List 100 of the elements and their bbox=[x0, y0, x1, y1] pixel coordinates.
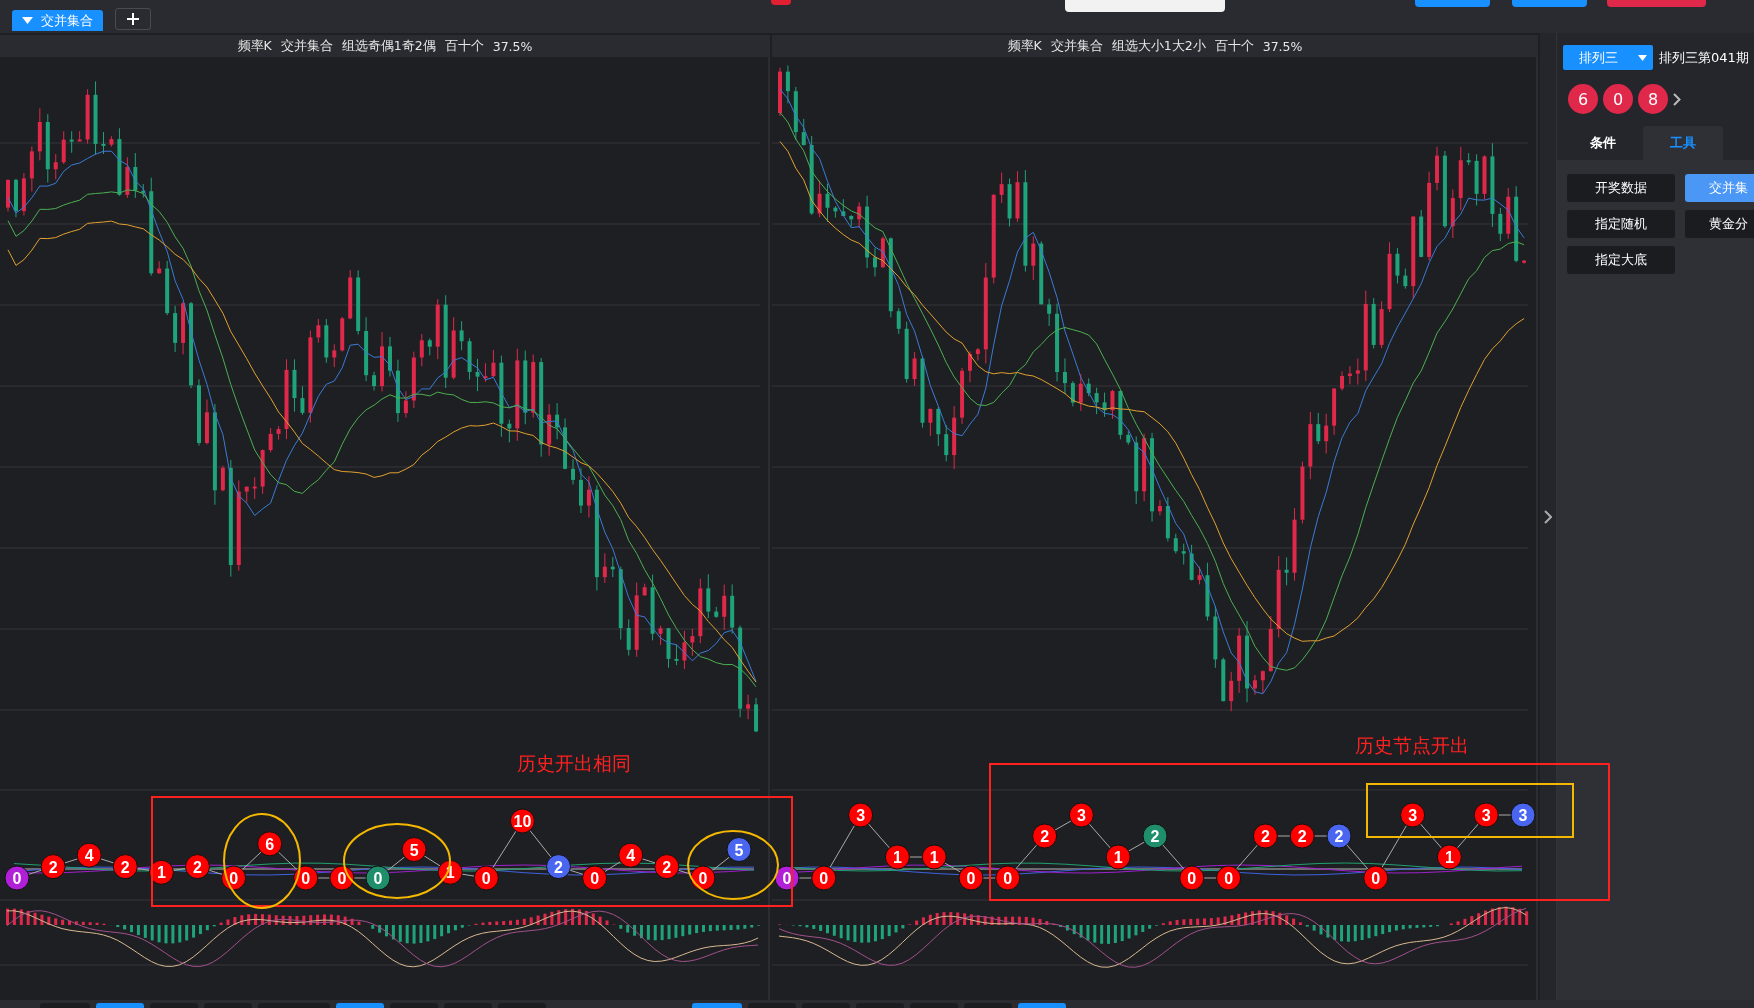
result-ball: 8 bbox=[1638, 84, 1668, 114]
connector-line bbox=[1054, 820, 1072, 831]
number-node: 0 bbox=[1179, 865, 1205, 891]
connector-line bbox=[277, 851, 298, 871]
number-node: 0 bbox=[221, 865, 247, 891]
header-text: 37.5% bbox=[1262, 38, 1303, 54]
number-node: 4 bbox=[76, 842, 102, 868]
connector-line bbox=[1420, 823, 1442, 849]
chevron-right-icon[interactable] bbox=[1673, 92, 1681, 106]
number-node: 1 bbox=[921, 844, 947, 870]
tool-button[interactable]: 开奖数据 bbox=[1567, 174, 1675, 202]
number-node: 5 bbox=[726, 837, 752, 862]
number-node: 0 bbox=[690, 865, 716, 891]
connector-line bbox=[868, 823, 890, 849]
connector-line bbox=[1088, 823, 1111, 849]
number-node: 0 bbox=[958, 865, 984, 891]
number-node: 4 bbox=[618, 842, 644, 868]
connector-line bbox=[317, 877, 331, 879]
number-node: 5 bbox=[401, 837, 427, 862]
number-node: 3 bbox=[1473, 802, 1499, 828]
toolbar-button[interactable] bbox=[1512, 0, 1587, 7]
number-node: 0 bbox=[329, 865, 355, 891]
number-node: 1 bbox=[1105, 844, 1131, 870]
number-node: 2 bbox=[112, 854, 138, 880]
add-tab-button[interactable] bbox=[115, 8, 151, 30]
issue-label: 排列三第041期 bbox=[1659, 48, 1749, 67]
number-node: 1 bbox=[1436, 844, 1462, 870]
connector-line bbox=[1497, 814, 1512, 816]
plus-icon bbox=[127, 13, 139, 25]
number-node: 2 bbox=[185, 854, 210, 880]
toolbar-button[interactable] bbox=[1415, 0, 1490, 7]
toolbar-button[interactable] bbox=[1607, 0, 1706, 7]
sidebar-tab[interactable]: 条件 bbox=[1563, 126, 1643, 160]
header-text: 百十个 bbox=[444, 37, 484, 55]
connector-line bbox=[641, 858, 656, 864]
connector-line bbox=[1346, 844, 1369, 870]
connector-line bbox=[100, 858, 115, 864]
number-node: 2 bbox=[1032, 823, 1058, 849]
header-text: 频率K bbox=[237, 37, 272, 55]
connector-line bbox=[711, 856, 731, 872]
connector-line bbox=[386, 856, 406, 872]
connector-line bbox=[208, 869, 223, 875]
connector-line bbox=[492, 830, 517, 869]
bottom-tab[interactable] bbox=[336, 1003, 384, 1008]
number-node: 0 bbox=[473, 865, 499, 891]
tool-button[interactable]: 指定大底 bbox=[1567, 246, 1675, 274]
number-node: 0 bbox=[4, 865, 30, 891]
number-node: 2 bbox=[1326, 823, 1352, 849]
connector-line bbox=[64, 858, 79, 864]
connector-line bbox=[1313, 835, 1328, 837]
connector-line bbox=[1162, 844, 1185, 870]
connector-line bbox=[604, 861, 622, 873]
caret-icon bbox=[22, 17, 33, 24]
number-node: 2 bbox=[40, 854, 66, 880]
connector-line bbox=[353, 877, 367, 879]
number-node: 0 bbox=[365, 865, 391, 891]
connector-line bbox=[423, 855, 441, 867]
connector-line bbox=[798, 877, 813, 879]
connector-line bbox=[172, 867, 187, 871]
ime-toolbar[interactable] bbox=[1065, 0, 1225, 12]
result-ball: 0 bbox=[1603, 84, 1633, 114]
bottom-tab[interactable] bbox=[96, 1003, 144, 1008]
header-text: 交并集合 bbox=[1050, 37, 1103, 55]
header-text: 组选奇偶1奇2偶 bbox=[341, 37, 436, 55]
connector-line bbox=[908, 856, 923, 858]
bottom-tab[interactable] bbox=[1018, 1003, 1066, 1008]
tool-button[interactable]: 指定随机 bbox=[1567, 210, 1675, 238]
connector-line bbox=[829, 824, 856, 869]
connector-line bbox=[1276, 835, 1291, 837]
header-text: 交并集合 bbox=[280, 37, 333, 55]
connector-line bbox=[944, 862, 962, 873]
number-node: 1 bbox=[884, 844, 910, 870]
connector-line bbox=[461, 873, 475, 877]
header-text: 频率K bbox=[1007, 37, 1042, 55]
number-node: 0 bbox=[774, 865, 800, 891]
connector-line bbox=[1381, 824, 1408, 869]
header-text: 组选大小1大2小 bbox=[1111, 37, 1206, 55]
connector-line bbox=[1015, 844, 1038, 870]
connector-line bbox=[136, 867, 151, 871]
number-node: 1 bbox=[148, 859, 174, 885]
number-node: 2 bbox=[1289, 823, 1315, 849]
number-node: 2 bbox=[546, 854, 571, 880]
number-node: 0 bbox=[995, 865, 1021, 891]
connector-line bbox=[241, 851, 262, 871]
annotation-text: 历史开出相同 bbox=[517, 751, 631, 776]
tool-button[interactable]: 黄金分 bbox=[1685, 210, 1754, 238]
number-node: 10 bbox=[509, 808, 535, 834]
result-ball: 6 bbox=[1568, 84, 1598, 114]
connector-line bbox=[1236, 844, 1258, 870]
number-node: 0 bbox=[293, 865, 319, 891]
number-node: 6 bbox=[257, 831, 283, 857]
chevron-right-icon[interactable] bbox=[1544, 509, 1552, 524]
connector-line bbox=[1456, 823, 1479, 849]
number-node: 3 bbox=[848, 802, 874, 828]
record-icon[interactable] bbox=[771, 0, 791, 5]
connector-line bbox=[529, 829, 552, 858]
bottom-tab[interactable] bbox=[692, 1003, 742, 1008]
number-node: 3 bbox=[1510, 802, 1536, 828]
sidebar-tab[interactable]: 工具 bbox=[1643, 126, 1723, 160]
number-node: 3 bbox=[1068, 802, 1094, 828]
